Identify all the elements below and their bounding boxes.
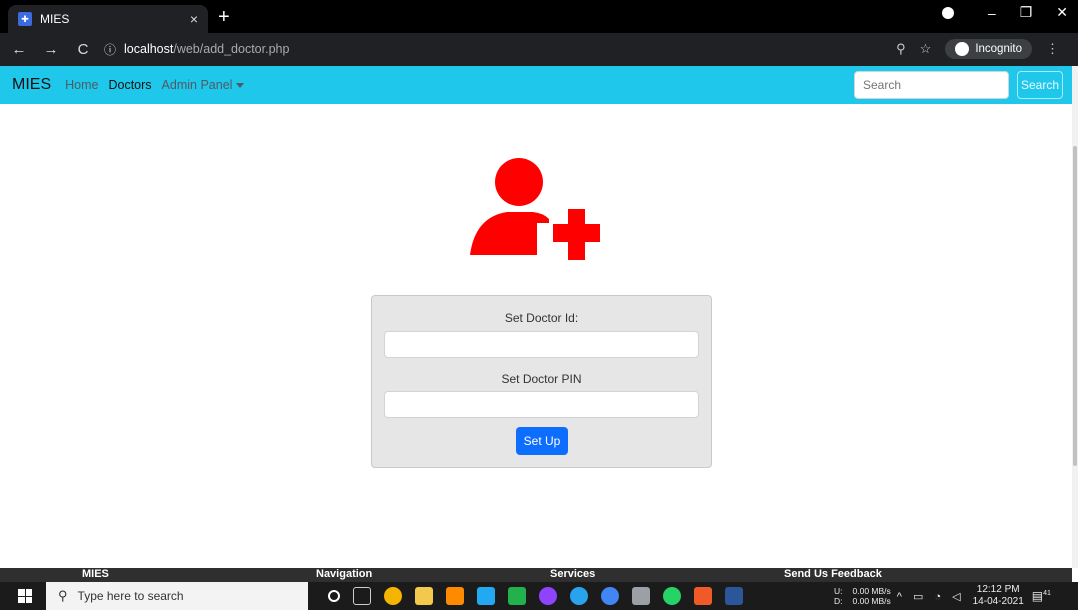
- site-search-button[interactable]: Search: [1017, 71, 1063, 99]
- download-label: D:: [834, 596, 843, 606]
- chrome-alt-icon[interactable]: [601, 587, 619, 605]
- bookmark-star-icon[interactable]: ☆: [920, 41, 932, 57]
- doctor-pin-label: Set Doctor PIN: [501, 372, 582, 386]
- windows-taskbar: ⚲ Type here to search U: D: 0.00 MB/s 0.…: [0, 582, 1078, 610]
- system-tray: U: D: 0.00 MB/s 0.00 MB/s ^ ▭ ◔ ◁ 12:12 …: [834, 584, 1051, 608]
- chrome-icon[interactable]: [384, 587, 402, 605]
- address-bar[interactable]: ⓘ localhost/web/add_doctor.php ⚲ ☆ Incog…: [94, 36, 1069, 62]
- nav-link-admin-panel-label: Admin Panel: [161, 78, 233, 92]
- new-tab-button[interactable]: +: [218, 6, 230, 29]
- browser-tab-bar: ✚ MIES × + – ❐ ✕: [0, 0, 1078, 33]
- taskbar-search-placeholder: Type here to search: [77, 589, 184, 603]
- whatsapp-icon[interactable]: [663, 587, 681, 605]
- close-window-icon[interactable]: ✕: [1056, 4, 1068, 21]
- tab-close-icon[interactable]: ×: [190, 11, 198, 27]
- favicon-icon: ✚: [18, 12, 32, 26]
- incognito-icon: [955, 42, 970, 56]
- app-store-icon[interactable]: [508, 587, 526, 605]
- nav-link-home[interactable]: Home: [65, 78, 98, 92]
- set-up-button[interactable]: Set Up: [516, 427, 568, 455]
- minimize-icon[interactable]: –: [988, 5, 996, 21]
- word-icon[interactable]: [725, 587, 743, 605]
- file-explorer-icon[interactable]: [415, 587, 433, 605]
- add-doctor-form: Set Doctor Id: Set Doctor PIN Set Up: [371, 295, 712, 468]
- site-footer: MIES Navigation Services Send Us Feedbac…: [0, 568, 1072, 582]
- browser-toolbar: ← → C ⓘ localhost/web/add_doctor.php ⚲ ☆…: [0, 33, 1078, 66]
- footer-heading-feedback: Send Us Feedback: [784, 568, 882, 580]
- site-navbar: MIES Home Doctors Admin Panel Search: [0, 66, 1072, 104]
- footer-heading-navigation: Navigation: [316, 568, 373, 580]
- site-brand[interactable]: MIES: [12, 76, 51, 94]
- site-info-icon[interactable]: ⓘ: [104, 41, 116, 58]
- tray-icons[interactable]: ^ ▭ ◔ ◁: [897, 590, 965, 603]
- window-controls: – ❐ ✕: [941, 4, 1068, 21]
- taskbar-apps: [328, 587, 743, 605]
- incognito-badge[interactable]: Incognito: [945, 39, 1032, 59]
- footer-heading-services: Services: [550, 568, 596, 580]
- download-speed: 0.00 MB/s: [852, 596, 891, 606]
- doctor-id-input[interactable]: [384, 331, 699, 358]
- task-view-icon[interactable]: [353, 587, 371, 605]
- nav-link-doctors[interactable]: Doctors: [108, 78, 151, 92]
- browser-tab[interactable]: ✚ MIES ×: [8, 5, 208, 33]
- messenger-icon[interactable]: [539, 587, 557, 605]
- telegram-icon[interactable]: [570, 587, 588, 605]
- xampp-icon[interactable]: [694, 587, 712, 605]
- page-scrollbar[interactable]: [1072, 66, 1078, 568]
- caret-down-icon: [236, 83, 245, 89]
- address-bar-actions: ⚲ ☆ Incognito ⋮: [896, 39, 1059, 59]
- tab-title: MIES: [40, 12, 70, 26]
- network-monitor-labels: U: D:: [834, 586, 843, 606]
- upload-label: U:: [834, 586, 843, 596]
- reload-icon[interactable]: C: [70, 41, 96, 58]
- notification-count: 41: [1043, 590, 1051, 597]
- restore-icon[interactable]: ❐: [1020, 4, 1033, 21]
- site-search-input[interactable]: [854, 71, 1009, 99]
- doctor-pin-input[interactable]: [384, 391, 699, 418]
- vscode-icon[interactable]: [477, 587, 495, 605]
- incognito-label: Incognito: [975, 43, 1022, 55]
- add-user-icon: [470, 158, 600, 260]
- browser-menu-icon[interactable]: ⋮: [1046, 41, 1059, 57]
- notification-center-icon[interactable]: ▤41: [1032, 589, 1051, 603]
- cortana-icon[interactable]: [328, 590, 340, 602]
- disk-utility-icon[interactable]: [632, 587, 650, 605]
- clock[interactable]: 12:12 PM 14-04-2021: [973, 584, 1024, 608]
- profile-icon[interactable]: [941, 6, 954, 19]
- scrollbar-thumb[interactable]: [1073, 146, 1077, 466]
- clock-time: 12:12 PM: [976, 584, 1020, 595]
- nav-dropdown-admin-panel[interactable]: Admin Panel: [162, 78, 245, 92]
- taskbar-search-box[interactable]: ⚲ Type here to search: [46, 582, 308, 610]
- network-monitor-speeds: 0.00 MB/s 0.00 MB/s: [853, 586, 891, 606]
- doctor-id-label: Set Doctor Id:: [504, 311, 579, 325]
- zoom-icon[interactable]: ⚲: [896, 41, 906, 57]
- back-icon[interactable]: ←: [6, 41, 32, 58]
- windows-start-icon[interactable]: [18, 589, 32, 603]
- url-host: localhost: [124, 42, 174, 56]
- sublime-text-icon[interactable]: [446, 587, 464, 605]
- search-icon: ⚲: [58, 588, 68, 603]
- screen: ✚ MIES × + – ❐ ✕ ← → C ⓘ localhost/web/a…: [0, 0, 1078, 610]
- url-path: /web/add_doctor.php: [173, 42, 290, 56]
- footer-heading-mies: MIES: [82, 568, 109, 580]
- forward-icon[interactable]: →: [38, 41, 64, 58]
- upload-speed: 0.00 MB/s: [852, 586, 891, 596]
- clock-date: 14-04-2021: [972, 596, 1024, 607]
